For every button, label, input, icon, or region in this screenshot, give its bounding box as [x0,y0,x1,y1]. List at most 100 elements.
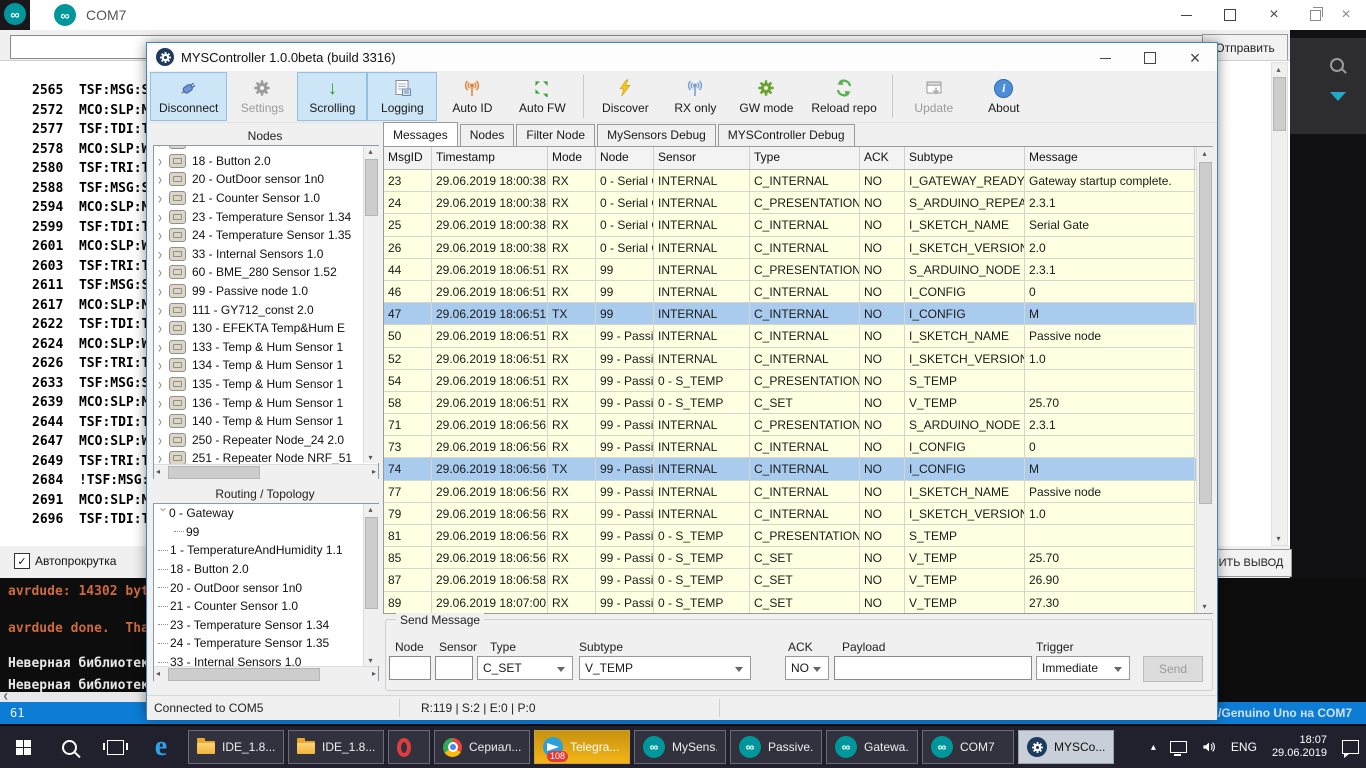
scroll-up-icon[interactable]: ▴ [1272,65,1285,74]
edge-button[interactable]: e [138,726,184,768]
taskbar-search-button[interactable] [46,726,92,768]
scroll-down-icon[interactable]: ▾ [364,656,377,665]
table-row[interactable]: 5829.06.2019 18:06:51RX99 - Passive node… [384,392,1212,414]
routing-hscrollbar-thumb[interactable] [168,668,320,681]
column-header-subtype[interactable]: Subtype [905,147,1025,169]
serial-close-button[interactable]: × [1252,0,1296,30]
nodes-tree-item[interactable]: ›21 - Counter Sensor 1.0 [154,189,378,208]
table-row[interactable]: 8529.06.2019 18:06:56RX99 - Passive node… [384,547,1212,569]
messages-vertical-scrollbar[interactable]: ▴ ▾ [1196,147,1213,613]
node-field[interactable] [389,656,431,680]
taskbar-button-gatewa-[interactable]: ∞Gatewa... [826,730,918,764]
taskbar-button-сериал-[interactable]: Сериал... [434,730,530,764]
routing-tree-item[interactable]: 24 - Temperature Sensor 1.35 [154,634,378,653]
nodes-tree-item[interactable]: ›136 - Temp & Hum Sensor 1 [154,393,378,412]
mysc-minimize-button[interactable] [1083,43,1127,73]
nodes-tree-item[interactable]: ›20 - OutDoor sensor 1n0 [154,170,378,189]
nodes-hscrollbar-thumb[interactable] [168,466,260,479]
tab-filter-node[interactable]: Filter Node [516,124,595,146]
auto-id-button[interactable]: Auto ID [437,72,507,121]
serial-vertical-scrollbar[interactable]: ▴ ▾ [1271,62,1288,546]
table-row[interactable]: 2629.06.2019 18:00:38RX0 - Serial Gatewa… [384,237,1212,259]
table-row[interactable]: 7329.06.2019 18:06:56RX99 - Passive node… [384,436,1212,458]
trigger-select[interactable]: Immediate [1036,656,1130,680]
taskbar-button-ide-1-8-[interactable]: IDE_1.8.... [288,730,384,764]
settings-button[interactable]: Settings [227,72,297,121]
nodes-tree-item[interactable]: ›111 - GY712_const 2.0 [154,300,378,319]
scroll-right-icon[interactable]: ▸ [372,465,376,478]
ide-restore-button[interactable] [1298,0,1332,30]
column-header-timestamp[interactable]: Timestamp [432,147,548,169]
taskbar-button-com7[interactable]: ∞COM7 [922,730,1014,764]
network-icon[interactable] [1163,726,1194,768]
table-row[interactable]: 4729.06.2019 18:06:51TX99INTERNALC_INTER… [384,303,1212,325]
type-select[interactable]: C_SET [477,656,573,680]
table-row[interactable]: 4629.06.2019 18:06:51RX99INTERNALC_INTER… [384,281,1212,303]
table-row[interactable]: 7129.06.2019 18:06:56RX99 - Passive node… [384,414,1212,436]
action-center-icon[interactable] [1335,726,1366,768]
nodes-tree-item[interactable]: ›24 - Temperature Sensor 1.35 [154,226,378,245]
routing-tree-item[interactable]: 1 - TemperatureAndHumidity 1.1 [154,541,378,560]
discover-button[interactable]: Discover [590,72,660,121]
table-row[interactable]: 8729.06.2019 18:06:58RX99 - Passive node… [384,569,1212,591]
column-header-mode[interactable]: Mode [548,147,596,169]
table-row[interactable]: 8129.06.2019 18:06:56RX99 - Passive node… [384,525,1212,547]
table-row[interactable]: 7429.06.2019 18:06:56TX99 - Passive node… [384,458,1212,480]
scroll-down-icon[interactable]: ▾ [1272,534,1285,543]
column-header-sensor[interactable]: Sensor [654,147,750,169]
column-header-type[interactable]: Type [750,147,860,169]
reload-repo-button[interactable]: Reload repo [802,72,885,121]
table-row[interactable]: 5429.06.2019 18:06:51RX99 - Passive node… [384,370,1212,392]
tray-clock[interactable]: 18:07 29.06.2019 [1264,734,1335,760]
scroll-up-icon[interactable]: ▴ [1198,149,1211,158]
subtype-select[interactable]: V_TEMP [579,656,751,680]
mysc-close-button[interactable]: × [1173,43,1217,73]
clear-output-button[interactable]: ИТЬ ВЫВОД [1210,549,1292,577]
taskbar-button-mysco-[interactable]: MYSCo... [1018,730,1114,764]
auto-fw-button[interactable]: Auto FW [507,72,577,121]
scroll-up-icon[interactable]: ▴ [364,147,377,156]
tray-chevron-icon[interactable]: ▴ [1144,726,1163,768]
scrolling-button[interactable]: ↓Scrolling [297,72,367,121]
tab-messages[interactable]: Messages [383,122,458,146]
table-row[interactable]: 8929.06.2019 18:07:00RX99 - Passive node… [384,592,1212,614]
nodes-tree-item[interactable]: ›250 - Repeater Node_24 2.0 [154,431,378,450]
nodes-tree-item[interactable]: ›133 - Temp & Hum Sensor 1 [154,338,378,357]
nodes-tree-item[interactable]: ›99 - Passive node 1.0 [154,282,378,301]
nodes-scrollbar-thumb[interactable] [365,159,378,216]
scroll-up-icon[interactable]: ▴ [364,505,377,514]
volume-icon[interactable] [1194,726,1224,768]
nodes-tree-item[interactable]: ›18 - Button 2.0 [154,152,378,171]
mysc-maximize-button[interactable] [1128,43,1172,73]
table-row[interactable]: 7929.06.2019 18:06:56RX99 - Passive node… [384,503,1212,525]
taskbar-button-ide-1-8-[interactable]: IDE_1.8.... [188,730,284,764]
scroll-down-icon[interactable]: ▾ [1198,602,1211,611]
nodes-tree-item[interactable]: ›33 - Internal Sensors 1.0 [154,245,378,264]
table-row[interactable]: 2329.06.2019 18:00:38RX0 - Serial Gatewa… [384,170,1212,192]
table-row[interactable]: 4429.06.2019 18:06:51RX99INTERNALC_PRESE… [384,259,1212,281]
nodes-tree-item[interactable]: ›60 - BME_280 Sensor 1.52 [154,263,378,282]
table-row[interactable]: 7729.06.2019 18:06:56RX99 - Passive node… [384,481,1212,503]
table-row[interactable]: 2429.06.2019 18:00:38RX0 - Serial Gatewa… [384,192,1212,214]
column-header-node[interactable]: Node [596,147,654,169]
task-view-button[interactable] [92,726,138,768]
scroll-right-icon[interactable]: ▸ [372,667,376,680]
routing-scrollbar-thumb[interactable] [365,517,378,609]
nodes-tree-item[interactable]: ›130 - EFEKTA Temp&Hum E [154,319,378,338]
scroll-left-icon[interactable]: ◂ [156,667,160,680]
nodes-tree-item[interactable]: ›134 - Temp & Hum Sensor 1 [154,356,378,375]
nodes-tree-item[interactable]: ›135 - Temp & Hum Sensor 1 [154,375,378,394]
tab-myscontroller-debug[interactable]: MYSController Debug [718,124,855,146]
nodes-horizontal-scrollbar[interactable]: ◂ ▸ [154,464,378,479]
table-row[interactable]: 5229.06.2019 18:06:51RX99 - Passive node… [384,348,1212,370]
disconnect-button[interactable]: Disconnect [150,72,227,121]
scroll-down-icon[interactable]: ▾ [364,453,377,462]
taskbar-button-telegra-[interactable]: 108Telegra... [534,730,630,764]
nodes-vertical-scrollbar[interactable]: ▴ ▾ [363,146,379,463]
rx-only-button[interactable]: RX only [660,72,730,121]
ide-dropdown-arrow-icon[interactable] [1330,92,1346,101]
messages-scrollbar-thumb[interactable] [1199,162,1212,504]
tab-mysensors-debug[interactable]: MySensors Debug [597,124,716,146]
routing-tree-item[interactable]: ›0 - Gateway [154,504,378,523]
routing-horizontal-scrollbar[interactable]: ◂ ▸ [154,666,378,681]
